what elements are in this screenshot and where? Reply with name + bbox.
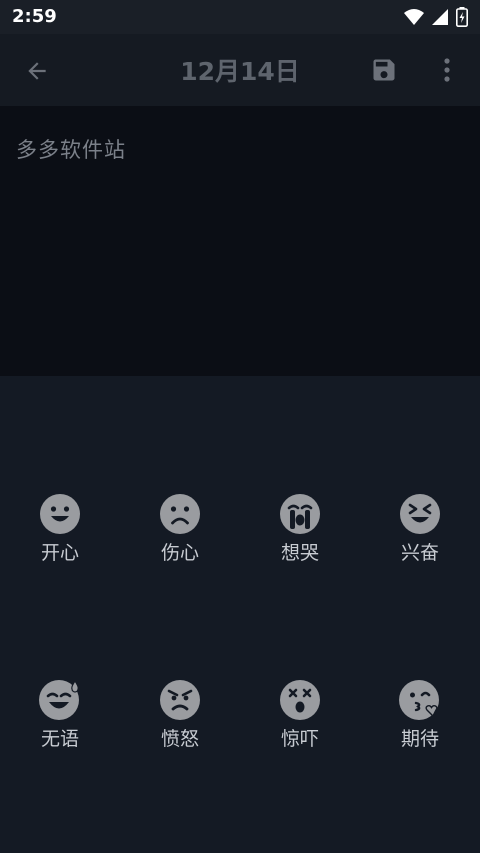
status-time: 2:59 xyxy=(12,6,57,27)
more-vert-icon xyxy=(444,58,450,82)
mood-label: 愤怒 xyxy=(160,728,199,750)
sad-face-icon xyxy=(160,494,200,534)
mood-label: 惊吓 xyxy=(280,728,319,750)
sweat-smile-face-icon xyxy=(39,680,79,720)
mood-option-sad[interactable]: 伤心 xyxy=(120,494,240,594)
excited-face-icon xyxy=(400,494,440,534)
mood-picker-panel: 开心 伤心 想哭 兴奋 无语 愤怒 惊吓 期待 xyxy=(0,376,480,853)
crying-face-icon xyxy=(280,494,320,534)
mood-option-happy[interactable]: 开心 xyxy=(0,494,120,594)
mood-label: 无语 xyxy=(40,728,79,750)
mood-label: 伤心 xyxy=(160,542,199,564)
mood-option-angry[interactable]: 愤怒 xyxy=(120,680,240,780)
status-bar: 2:59 xyxy=(0,0,480,34)
mood-option-speechless[interactable]: 无语 xyxy=(0,680,120,780)
kiss-face-icon xyxy=(399,680,439,720)
mood-label: 开心 xyxy=(40,542,79,564)
cellular-signal-icon xyxy=(432,9,448,25)
mood-option-shocked[interactable]: 惊吓 xyxy=(240,680,360,780)
mood-label: 期待 xyxy=(400,728,439,750)
angry-face-icon xyxy=(160,680,200,720)
mood-option-expecting[interactable]: 期待 xyxy=(360,680,480,780)
save-icon xyxy=(373,59,395,81)
battery-charging-icon xyxy=(456,7,468,27)
mood-option-crying[interactable]: 想哭 xyxy=(240,494,360,594)
wifi-icon xyxy=(404,9,424,25)
more-options-button[interactable] xyxy=(433,53,461,87)
mood-option-excited[interactable]: 兴奋 xyxy=(360,494,480,594)
status-icons xyxy=(404,7,468,27)
diary-content: 多多软件站 xyxy=(16,138,126,162)
shocked-face-icon xyxy=(280,680,320,720)
app-bar: 12月14日 xyxy=(0,34,480,106)
mood-label: 兴奋 xyxy=(400,542,439,564)
page-title: 12月14日 xyxy=(180,57,300,86)
happy-face-icon xyxy=(40,494,80,534)
diary-editor[interactable]: 多多软件站 xyxy=(0,106,480,376)
mood-label: 想哭 xyxy=(280,542,319,564)
save-button[interactable] xyxy=(367,53,401,87)
